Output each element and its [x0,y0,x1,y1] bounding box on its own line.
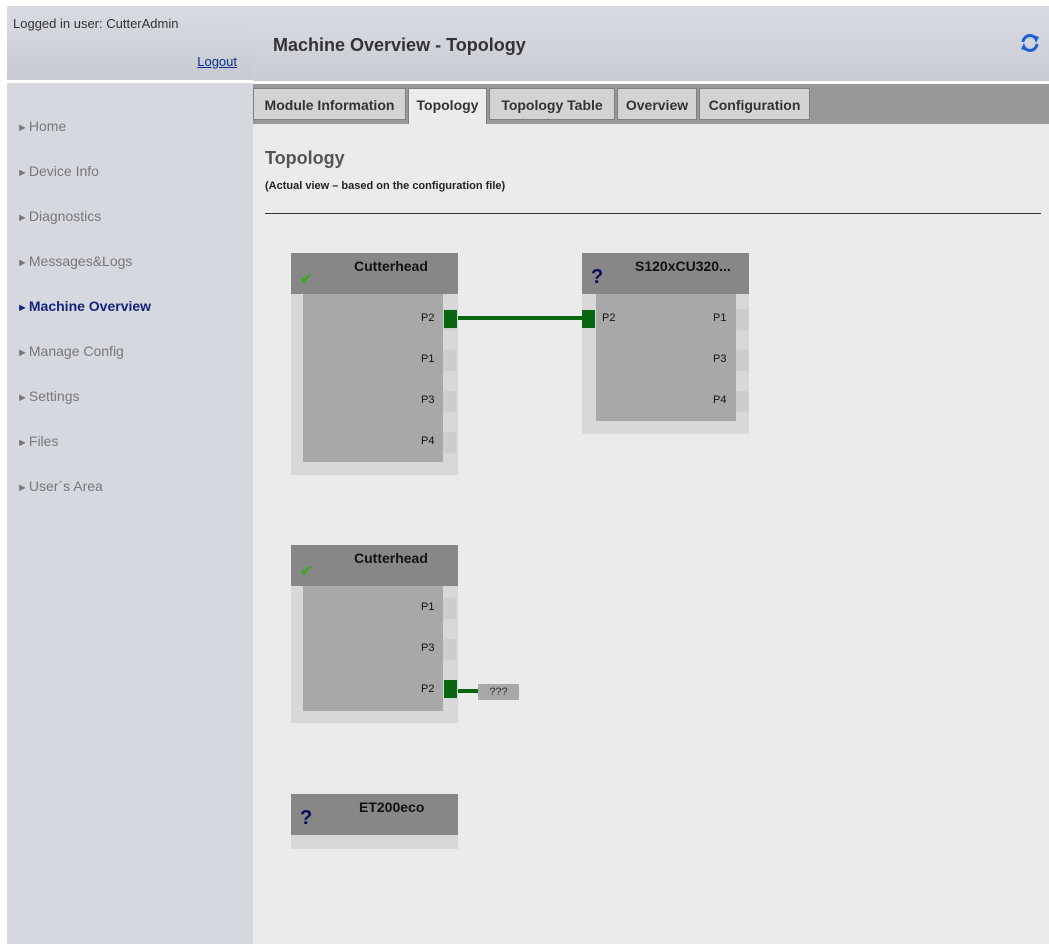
port-label: P1 [713,312,727,324]
nav-item-label: Settings [28,388,80,404]
nav-item-label: Home [28,118,67,134]
nav-item-home[interactable]: ►Home [17,118,66,134]
nav-arrow-icon: ► [17,257,28,269]
nav-arrow-icon: ► [17,212,28,224]
module-cutterhead-1[interactable]: ✔ Cutterhead P2 P1 P3 P4 [291,253,458,475]
port-label: P2 [421,312,435,324]
section-title: Topology [265,148,345,168]
tab-topology-table[interactable]: Topology Table [489,88,615,120]
tab-overview[interactable]: Overview [617,88,697,120]
module-name: S120xCU320... [635,258,731,274]
port-label: P4 [421,435,435,447]
port-label: P3 [421,642,435,654]
unknown-partner-box[interactable]: ??? [478,684,519,700]
nav-item-label: Device Info [28,163,99,179]
nav-arrow-icon: ► [17,482,28,494]
nav-arrow-icon: ► [17,347,28,359]
divider [265,213,1041,214]
nav-item-settings[interactable]: ►Settings [17,388,79,404]
nav-item-files[interactable]: ►Files [17,433,58,449]
nav-item-diagnostics[interactable]: ►Diagnostics [17,208,101,224]
port-label: P2 [421,683,435,695]
nav-arrow-icon: ► [17,167,28,179]
login-panel: Logged in user: CutterAdmin Logout [7,6,253,83]
connection-line [458,689,478,693]
module-s120xcu320[interactable]: ? S120xCU320... P2 P1 P3 P4 [582,253,749,434]
sidebar: Logged in user: CutterAdmin Logout ►Home… [7,6,253,944]
question-icon: ? [591,266,604,288]
nav-item-label: Messages&Logs [28,253,133,269]
port-label: P2 [602,312,616,324]
nav-item-users-area[interactable]: ►User´s Area [17,478,103,494]
tab-module-information[interactable]: Module Information [253,88,406,120]
nav-item-messages-logs[interactable]: ►Messages&Logs [17,253,132,269]
module-name: ET200eco [359,799,425,815]
tab-bar: Module Information Topology Topology Tab… [253,84,1049,124]
port-label: P1 [421,601,435,613]
logged-in-user-text: Logged in user: CutterAdmin [13,16,179,31]
port-tab [443,350,456,371]
port-connector [582,310,595,328]
port-label: P1 [421,353,435,365]
nav-item-device-info[interactable]: ►Device Info [17,163,99,179]
port-tab [443,639,456,660]
module-et200eco[interactable]: ? ET200eco [291,794,458,849]
port-label: P4 [713,394,727,406]
question-icon: ? [300,807,313,829]
port-tab [736,350,749,371]
checkmark-icon: ✔ [300,563,313,580]
nav-item-machine-overview[interactable]: ►Machine Overview [17,298,151,314]
page-header: Machine Overview - Topology [253,6,1049,81]
nav-item-manage-config[interactable]: ►Manage Config [17,343,124,359]
page-title: Machine Overview - Topology [273,35,526,55]
port-tab [736,309,749,330]
connection-line [458,316,582,320]
nav-arrow-icon: ► [17,437,28,449]
port-tab [736,391,749,412]
port-connector [444,680,457,698]
nav-item-label: User´s Area [28,478,103,494]
checkmark-icon: ✔ [300,271,313,288]
nav-arrow-icon: ► [17,302,28,314]
nav-item-label: Files [28,433,59,449]
topology-content: Topology (Actual view – based on the con… [253,124,1049,944]
nav-item-label: Manage Config [28,343,124,359]
refresh-icon[interactable] [1019,32,1041,54]
module-cutterhead-2[interactable]: ✔ Cutterhead P1 P3 P2 [291,545,458,723]
port-tab [443,391,456,412]
module-name: Cutterhead [354,550,428,566]
port-label: P3 [421,394,435,406]
nav-item-label: Machine Overview [28,298,152,314]
module-name: Cutterhead [354,258,428,274]
logout-link[interactable]: Logout [197,54,237,69]
nav-arrow-icon: ► [17,392,28,404]
port-tab [443,598,456,619]
port-connector [444,310,457,328]
port-label: P3 [713,353,727,365]
nav-item-label: Diagnostics [28,208,102,224]
nav-arrow-icon: ► [17,122,28,134]
tab-topology[interactable]: Topology [408,88,487,124]
tab-configuration[interactable]: Configuration [699,88,810,120]
port-tab [443,432,456,453]
section-subtitle: (Actual view – based on the configuratio… [265,180,506,192]
